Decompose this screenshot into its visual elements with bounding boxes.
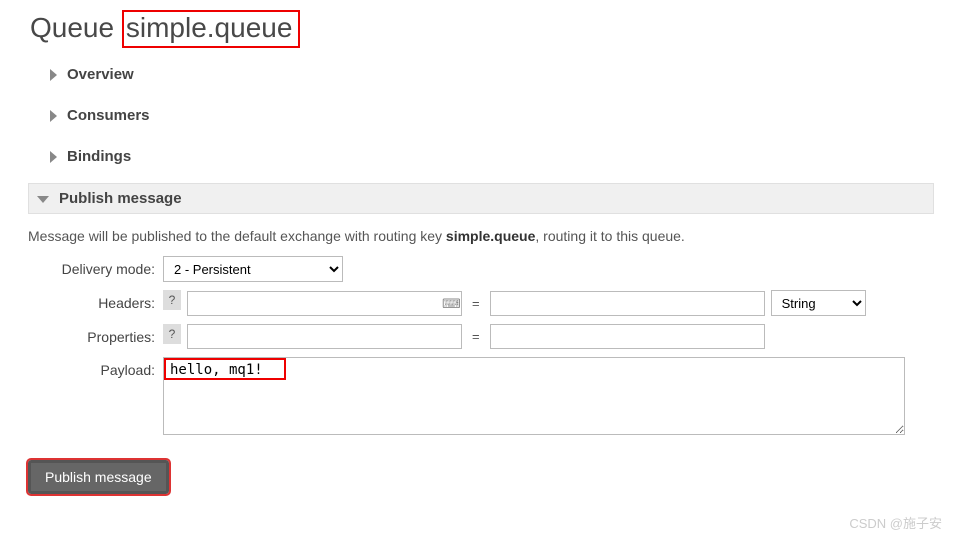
delivery-mode-select[interactable]: 2 - Persistent	[163, 256, 343, 282]
publish-hint: Message will be published to the default…	[28, 228, 926, 244]
publish-message-button[interactable]: Publish message	[28, 460, 169, 494]
properties-label: Properties:	[28, 324, 163, 345]
section-consumers-toggle[interactable]: Consumers	[50, 101, 926, 130]
section-consumers-title: Consumers	[67, 107, 150, 124]
section-consumers: Consumers	[50, 101, 926, 130]
section-overview-toggle[interactable]: Overview	[50, 60, 926, 89]
properties-key-input[interactable]	[187, 324, 462, 349]
section-bindings-title: Bindings	[67, 148, 131, 165]
row-payload: Payload:	[28, 357, 926, 438]
payload-label: Payload:	[28, 357, 163, 378]
watermark: CSDN @施子安	[849, 513, 942, 532]
chevron-right-icon	[50, 151, 57, 163]
headers-key-input[interactable]	[187, 291, 462, 316]
properties-value-input[interactable]	[490, 324, 765, 349]
row-delivery-mode: Delivery mode: 2 - Persistent	[28, 256, 926, 282]
hint-suffix: , routing it to this queue.	[535, 228, 684, 244]
headers-label: Headers:	[28, 290, 163, 311]
headers-type-select[interactable]: String	[771, 290, 866, 316]
section-bindings-toggle[interactable]: Bindings	[50, 142, 926, 171]
headers-help-icon[interactable]: ?	[163, 290, 181, 310]
headers-kv: ⌨ = String	[187, 290, 866, 316]
chevron-right-icon	[50, 110, 57, 122]
chevron-down-icon	[37, 196, 49, 203]
row-properties: Properties: ? =	[28, 324, 926, 349]
hint-routing-key: simple.queue	[446, 228, 535, 244]
queue-name: simple.queue	[122, 10, 301, 48]
section-publish-toggle[interactable]: Publish message	[28, 183, 934, 214]
title-prefix: Queue	[30, 12, 114, 43]
equals-glyph: =	[468, 329, 484, 344]
page-title: Queue simple.queue	[30, 10, 926, 48]
equals-glyph: =	[468, 296, 484, 311]
hint-prefix: Message will be published to the default…	[28, 228, 446, 244]
section-overview-title: Overview	[67, 66, 134, 83]
section-publish-title: Publish message	[59, 190, 182, 207]
row-headers: Headers: ? ⌨ = String	[28, 290, 926, 316]
properties-kv: =	[187, 324, 765, 349]
publish-form: Message will be published to the default…	[28, 228, 926, 494]
properties-help-icon[interactable]: ?	[163, 324, 181, 344]
section-overview: Overview	[50, 60, 926, 89]
payload-textarea[interactable]	[163, 357, 905, 435]
headers-value-input[interactable]	[490, 291, 765, 316]
section-publish: Publish message Message will be publishe…	[50, 183, 926, 494]
delivery-mode-label: Delivery mode:	[28, 256, 163, 277]
section-bindings: Bindings	[50, 142, 926, 171]
chevron-right-icon	[50, 69, 57, 81]
